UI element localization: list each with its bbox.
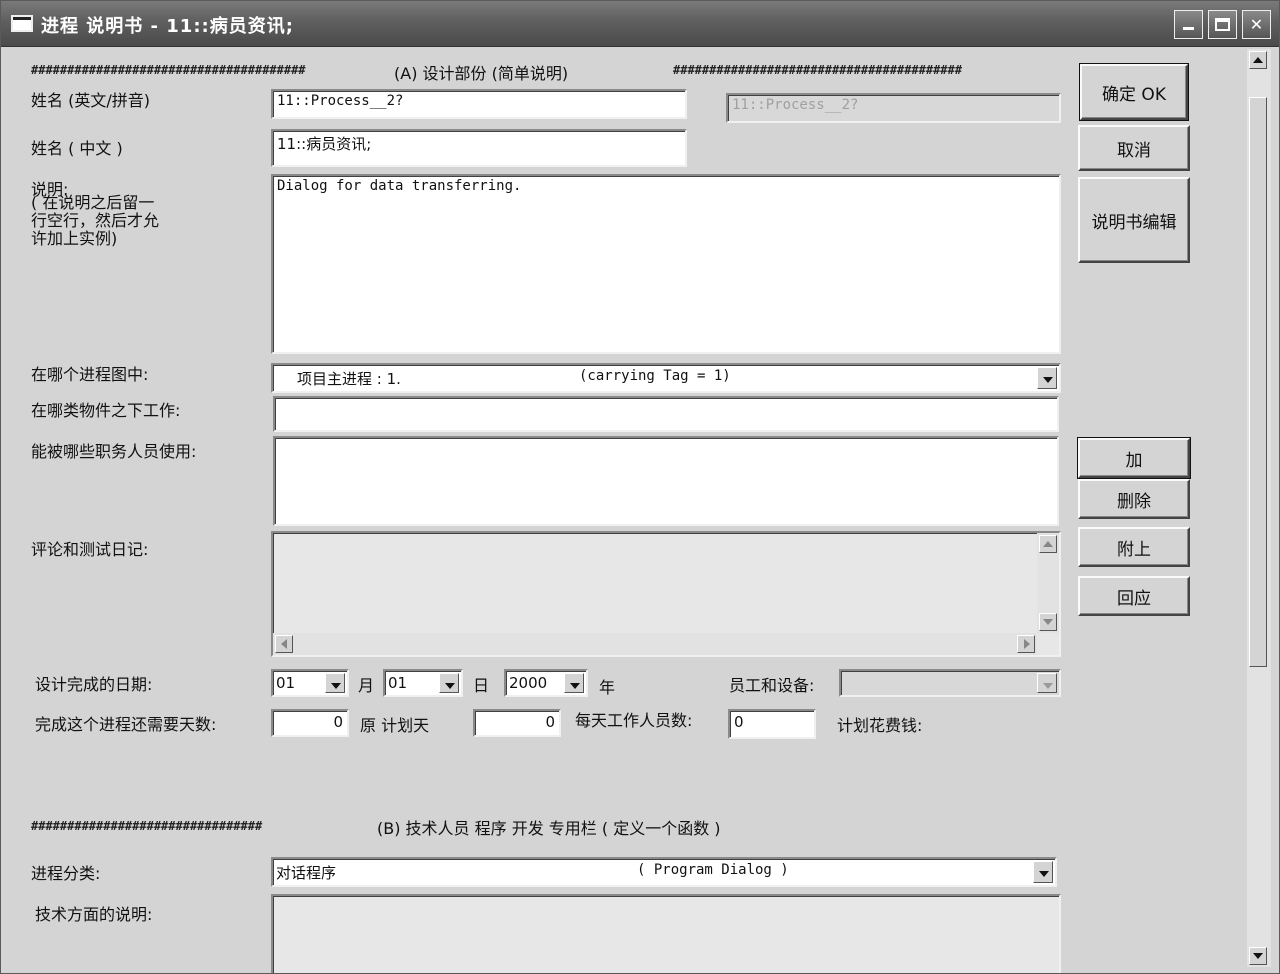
close-button[interactable]: ✕ <box>1242 10 1271 39</box>
year-unit: 年 <box>599 678 616 697</box>
comments-textarea[interactable] <box>271 531 1061 657</box>
chevron-down-icon[interactable] <box>1037 673 1057 693</box>
minimize-icon <box>1183 27 1194 30</box>
cancel-button[interactable]: 取消 <box>1078 125 1190 171</box>
maximize-button[interactable] <box>1208 10 1237 39</box>
planned-days-input[interactable]: 0 <box>473 709 561 737</box>
comments-vertical-scrollbar[interactable] <box>1037 533 1059 633</box>
scroll-up-icon[interactable] <box>1039 535 1057 553</box>
category-value: 对话程序 <box>276 864 337 882</box>
section-b-hashes: ################################ <box>31 819 263 833</box>
ok-button[interactable]: 确定 OK <box>1079 63 1189 121</box>
description-note: ( 在说明之后留一行空行，然后才允许加上实例) <box>31 193 160 248</box>
window: 进程 说明书 - 11::病员资讯; ✕ ###################… <box>0 0 1280 974</box>
section-a-header: (A) 设计部份 (简单说明) <box>394 64 569 83</box>
attach-button[interactable]: 附上 <box>1078 527 1190 567</box>
delete-button[interactable]: 删除 <box>1078 479 1190 519</box>
day-unit: 日 <box>473 676 490 695</box>
scroll-left-icon[interactable] <box>275 635 293 653</box>
name-en-readonly-field: 11::Process__2? <box>726 93 1061 123</box>
daily-workers-input[interactable]: 0 <box>728 709 816 739</box>
close-icon: ✕ <box>1249 15 1264 34</box>
category-label: 进程分类: <box>31 864 101 883</box>
section-a-hashes-right: ######################################## <box>673 63 962 77</box>
minimize-button[interactable] <box>1174 10 1203 39</box>
scroll-up-icon[interactable] <box>1249 51 1267 69</box>
process-diagram-select[interactable]: 项目主进程 : 1. (carrying Tag = 1) <box>271 363 1061 393</box>
date-label: 设计完成的日期: <box>35 675 153 694</box>
category-select[interactable]: 对话程序 ( Program Dialog ) <box>271 857 1057 887</box>
scroll-down-icon[interactable] <box>1039 613 1057 631</box>
process-diagram-label: 在哪个进程图中: <box>31 365 149 384</box>
daily-workers-label: 每天工作人员数: <box>575 712 693 730</box>
days-needed-input[interactable]: 0 <box>271 709 349 737</box>
day-value: 01 <box>388 674 408 692</box>
tech-description-label: 技术方面的说明: <box>35 905 153 924</box>
days-needed-label: 完成这个进程还需要天数: <box>35 715 217 734</box>
process-diagram-value: 项目主进程 : 1. <box>297 370 401 388</box>
window-vertical-scrollbar[interactable] <box>1247 49 1271 967</box>
scroll-thumb[interactable] <box>1249 97 1267 667</box>
scroll-right-icon[interactable] <box>1017 635 1035 653</box>
object-class-label: 在哪类物件之下工作: <box>31 401 181 420</box>
staff-equipment-select[interactable] <box>839 669 1061 697</box>
tech-description-textarea[interactable] <box>271 894 1061 973</box>
window-icon[interactable] <box>11 15 33 32</box>
comments-horizontal-scrollbar[interactable] <box>273 633 1037 655</box>
category-en: ( Program Dialog ) <box>637 862 789 878</box>
planned-cost-label: 计划花费钱: <box>837 716 923 735</box>
comments-label: 评论和测试日记: <box>31 540 149 559</box>
description-textarea[interactable]: Dialog for data transferring. <box>271 174 1061 354</box>
window-title: 进程 说明书 - 11::病员资讯; <box>41 16 294 37</box>
reply-button[interactable]: 回应 <box>1078 576 1190 616</box>
title-bar[interactable]: 进程 说明书 - 11::病员资讯; ✕ <box>1 1 1279 47</box>
chevron-down-icon[interactable] <box>1033 861 1053 883</box>
maximize-icon <box>1215 18 1230 31</box>
month-select[interactable]: 01 <box>271 669 349 697</box>
section-a-hashes-left: ###################################### <box>31 63 306 77</box>
day-select[interactable]: 01 <box>383 669 463 697</box>
name-en-input[interactable]: 11::Process__2? <box>271 89 687 119</box>
edit-spec-button[interactable]: 说明书编辑 <box>1078 177 1190 263</box>
object-class-input[interactable] <box>273 396 1059 432</box>
name-cn-label: 姓名 ( 中文 ) <box>31 139 123 158</box>
name-en-label: 姓名 (英文/拼音) <box>31 92 150 110</box>
roles-label: 能被哪些职务人员使用: <box>31 442 197 461</box>
name-cn-input[interactable]: 11::病员资讯; <box>271 129 687 167</box>
month-unit: 月 <box>358 676 375 695</box>
section-b-header: (B) 技术人员 程序 开发 专用栏 ( 定义一个函数 ) <box>377 819 721 838</box>
chevron-down-icon[interactable] <box>439 673 459 693</box>
add-button[interactable]: 加 <box>1077 437 1191 479</box>
staff-equipment-label: 员工和设备: <box>729 676 815 695</box>
year-value: 2000 <box>509 674 548 692</box>
planned-days-label: 原 计划天 <box>360 716 430 735</box>
chevron-down-icon[interactable] <box>325 673 345 693</box>
process-diagram-tag: (carrying Tag = 1) <box>579 368 731 384</box>
year-select[interactable]: 2000 <box>504 669 588 697</box>
month-value: 01 <box>276 674 296 692</box>
chevron-down-icon[interactable] <box>1037 367 1057 389</box>
roles-list[interactable] <box>273 436 1059 526</box>
chevron-down-icon[interactable] <box>564 673 584 693</box>
scroll-down-icon[interactable] <box>1249 947 1267 965</box>
